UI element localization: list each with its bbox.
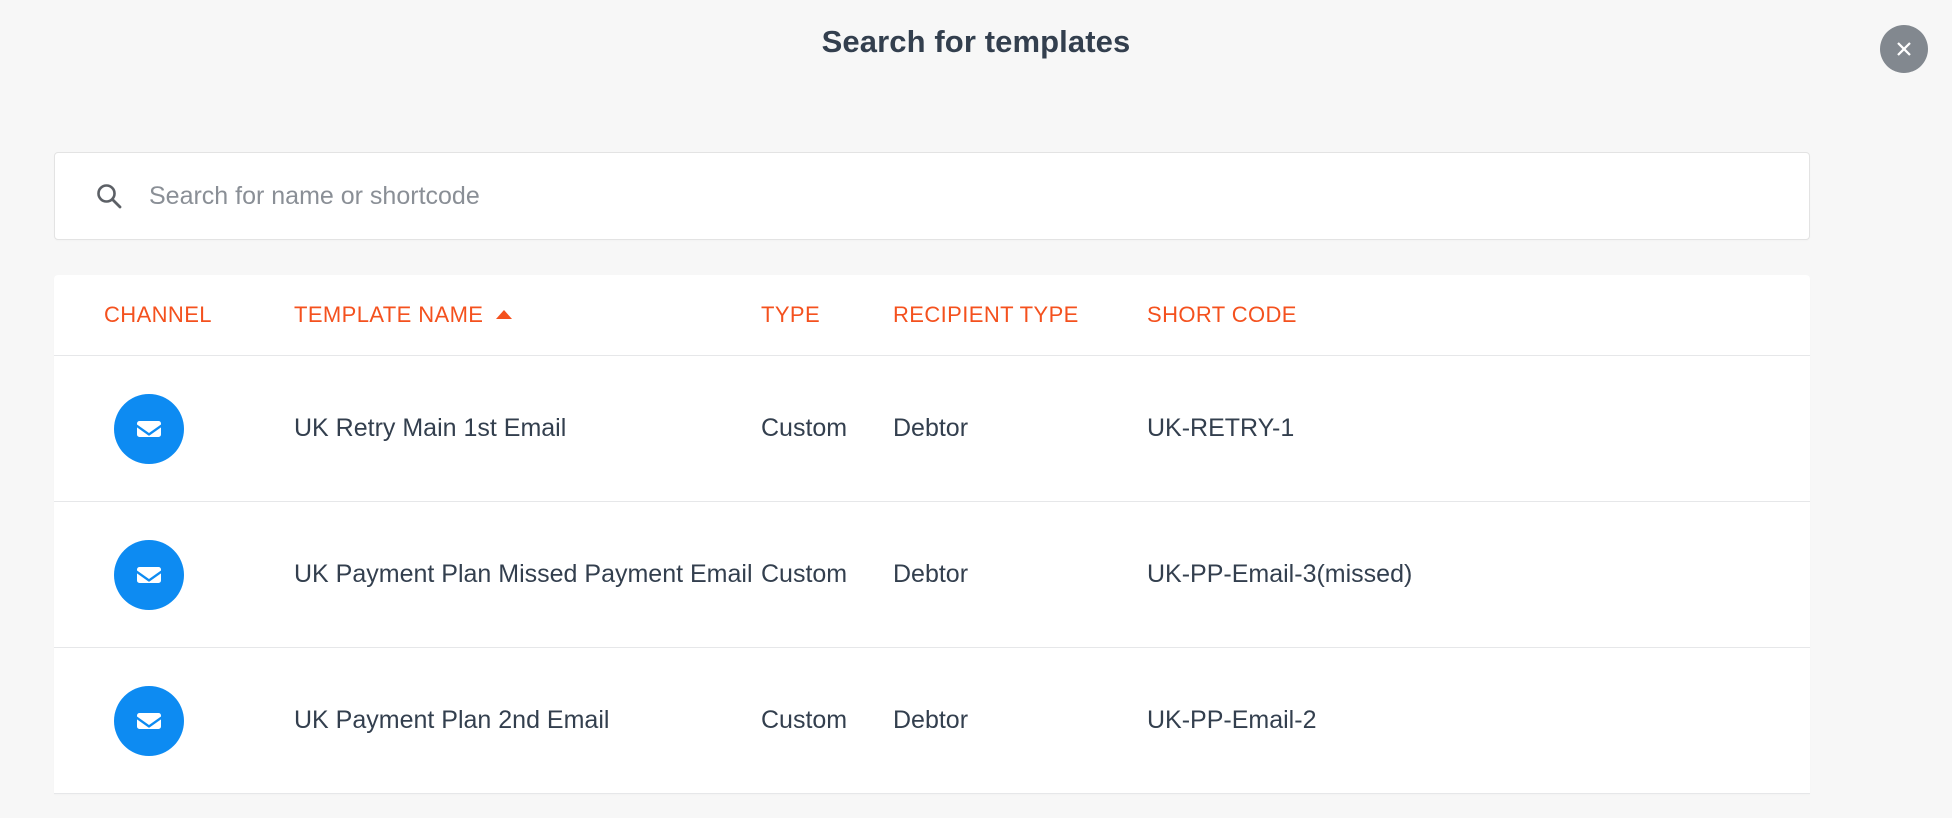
column-header-channel[interactable]: CHANNEL <box>54 302 294 328</box>
caret-up-icon <box>496 309 513 319</box>
cell-channel <box>54 393 294 464</box>
column-header-channel-label: CHANNEL <box>104 302 212 327</box>
cell-recipient-type: Debtor <box>893 706 969 734</box>
cell-type: Custom <box>761 706 848 734</box>
cell-type: Custom <box>761 560 848 588</box>
column-header-type-label: TYPE <box>761 302 821 327</box>
table-row[interactable]: UK Payment Plan 2nd Email Custom Debtor … <box>54 648 1810 794</box>
close-button[interactable] <box>1880 25 1928 73</box>
cell-template-name: UK Payment Plan Missed Payment Email <box>294 560 753 588</box>
cell-short-code: UK-PP-Email-2 <box>1147 706 1317 734</box>
cell-recipient-type: Debtor <box>893 560 969 588</box>
column-header-short-code-label: SHORT CODE <box>1147 302 1297 327</box>
column-header-recipient-type-label: RECIPIENT TYPE <box>893 302 1079 327</box>
email-envelope-icon <box>114 393 184 464</box>
search-icon <box>95 182 123 210</box>
column-header-recipient-type[interactable]: RECIPIENT TYPE <box>893 302 1147 328</box>
cell-template-name: UK Payment Plan 2nd Email <box>294 706 610 734</box>
column-header-template-name-label: TEMPLATE NAME <box>294 302 484 327</box>
close-icon <box>1893 38 1915 60</box>
search-bar[interactable] <box>54 152 1810 240</box>
cell-type: Custom <box>761 414 848 442</box>
table-header-row: CHANNEL TEMPLATE NAME TYPE RECIPIENT TYP… <box>54 275 1810 356</box>
cell-channel <box>54 539 294 610</box>
table-row[interactable]: UK Retry Main 1st Email Custom Debtor UK… <box>54 356 1810 502</box>
cell-recipient-type: Debtor <box>893 414 969 442</box>
page-title: Search for templates <box>821 24 1131 59</box>
cell-channel <box>54 685 294 756</box>
column-header-type[interactable]: TYPE <box>761 302 893 328</box>
email-envelope-icon <box>114 539 184 610</box>
templates-table: CHANNEL TEMPLATE NAME TYPE RECIPIENT TYP… <box>54 275 1810 794</box>
email-envelope-icon <box>114 685 184 756</box>
search-input[interactable] <box>149 181 1769 211</box>
column-header-template-name[interactable]: TEMPLATE NAME <box>294 302 761 328</box>
cell-short-code: UK-PP-Email-3(missed) <box>1147 560 1413 588</box>
cell-template-name: UK Retry Main 1st Email <box>294 414 567 442</box>
table-row[interactable]: UK Payment Plan Missed Payment Email Cus… <box>54 502 1810 648</box>
column-header-short-code[interactable]: SHORT CODE <box>1147 302 1810 328</box>
modal-header: Search for templates <box>0 0 1952 100</box>
cell-short-code: UK-RETRY-1 <box>1147 414 1295 442</box>
